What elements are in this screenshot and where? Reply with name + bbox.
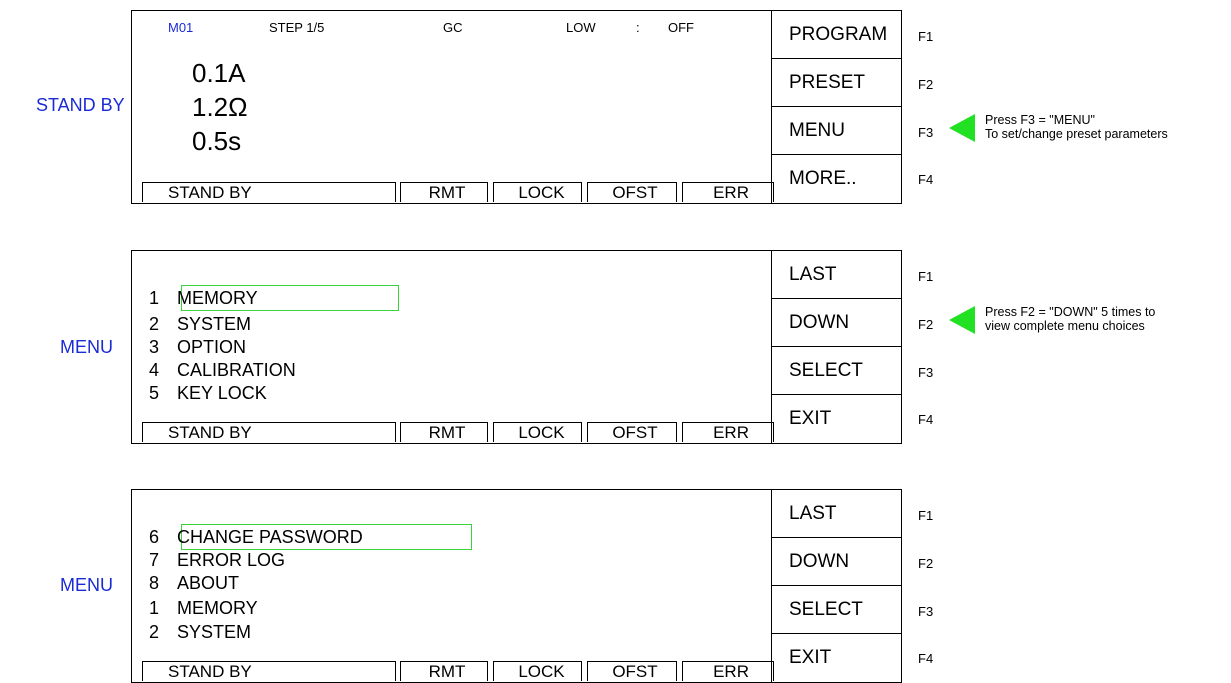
softkey-last[interactable]: LAST [772, 490, 902, 538]
status-lock: LOCK [493, 182, 582, 202]
step-indicator: STEP 1/5 [269, 20, 325, 35]
softkey-select[interactable]: SELECT [772, 347, 902, 395]
status-err: ERR [682, 182, 774, 202]
fkey-f4: F4 [918, 412, 934, 427]
status-lock: LOCK [493, 661, 582, 681]
menu-item-number: 2 [149, 314, 160, 334]
fkey-f1: F1 [918, 269, 934, 284]
softkey-exit[interactable]: EXIT [772, 395, 902, 443]
note-press-f3-line2: To set/change preset parameters [985, 127, 1168, 141]
softkey-last[interactable]: LAST [772, 251, 902, 299]
menu-item-number: 2 [149, 622, 160, 642]
fkey-f3: F3 [918, 125, 934, 140]
status-ofst: OFST [587, 661, 677, 681]
menu-item-label: ERROR LOG [177, 550, 286, 570]
arrow-left-icon [949, 306, 975, 334]
status-ofst: OFST [587, 422, 677, 442]
gc-indicator: GC [443, 20, 463, 35]
menu-item-label: SYSTEM [177, 314, 252, 334]
menu-item-change-password[interactable]: 6 CHANGE PASSWORD [149, 527, 363, 547]
status-lock: LOCK [493, 422, 582, 442]
softkey-column: PROGRAM PRESET MENU MORE.. [771, 11, 902, 203]
off-indicator: OFF [668, 20, 694, 35]
menu-item-error-log[interactable]: 7 ERROR LOG [149, 550, 285, 570]
softkey-down[interactable]: DOWN [772, 538, 902, 586]
menu-item-label: SYSTEM [177, 622, 252, 642]
fkey-f3: F3 [918, 365, 934, 380]
note-press-f3: Press F3 = "MENU" To set/change preset p… [985, 113, 1168, 141]
memory-indicator: M01 [168, 20, 194, 35]
menu-item-memory[interactable]: 1 MEMORY [149, 288, 258, 308]
menu-item-number: 4 [149, 360, 160, 380]
softkey-down[interactable]: DOWN [772, 299, 902, 347]
status-stand-by: STAND BY [142, 182, 396, 202]
softkey-menu[interactable]: MENU [772, 107, 902, 155]
softkey-column: LAST DOWN SELECT EXIT [771, 490, 902, 682]
menu-item-memory[interactable]: 1 MEMORY [149, 598, 258, 618]
note-press-f2: Press F2 = "DOWN" 5 times to view comple… [985, 305, 1155, 333]
arrow-left-icon [949, 114, 975, 142]
menu-item-option[interactable]: 3 OPTION [149, 337, 246, 357]
menu-item-number: 8 [149, 573, 160, 593]
fkey-f4: F4 [918, 172, 934, 187]
time-value: 0.5s [192, 126, 242, 156]
panel1-side-label: STAND BY [36, 95, 125, 115]
menu-item-key-lock[interactable]: 5 KEY LOCK [149, 383, 267, 403]
low-indicator: LOW [566, 20, 596, 35]
menu-item-label: MEMORY [177, 288, 258, 308]
menu-item-label: OPTION [177, 337, 247, 357]
status-stand-by: STAND BY [142, 422, 396, 442]
note-press-f2-line2: view complete menu choices [985, 319, 1145, 333]
display-panel-menu-page2: 6 CHANGE PASSWORD 7 ERROR LOG 8 ABOUT 1 MEMO… [131, 489, 933, 683]
display-panel-menu-page1: 1 MEMORY 2 SYSTEM 3 OPTION 4 CALIBRATION 5 KE… [131, 250, 933, 444]
fkey-f2: F2 [918, 556, 934, 571]
colon-separator: : [636, 20, 640, 35]
status-ofst: OFST [587, 182, 677, 202]
status-rmt: RMT [400, 422, 488, 442]
menu-item-number: 5 [149, 383, 160, 403]
resistance-value: 1.2Ω [192, 92, 248, 122]
menu-item-label: KEY LOCK [177, 383, 267, 403]
panel3-side-label: MENU [60, 575, 113, 595]
menu-item-system[interactable]: 2 SYSTEM [149, 314, 251, 334]
menu-item-number: 1 [149, 288, 160, 308]
menu-item-number: 7 [149, 550, 160, 570]
menu-item-label: ABOUT [177, 573, 240, 593]
softkey-select[interactable]: SELECT [772, 586, 902, 634]
fkey-f2: F2 [918, 77, 934, 92]
fkey-f1: F1 [918, 508, 934, 523]
status-err: ERR [682, 422, 774, 442]
note-press-f3-line1: Press F3 = "MENU" [985, 113, 1095, 127]
fkey-f2: F2 [918, 317, 934, 332]
softkey-exit[interactable]: EXIT [772, 634, 902, 682]
menu-item-label: CALIBRATION [177, 360, 296, 380]
menu-item-number: 3 [149, 337, 160, 357]
softkey-column: LAST DOWN SELECT EXIT [771, 251, 902, 443]
status-rmt: RMT [400, 182, 488, 202]
menu-item-system[interactable]: 2 SYSTEM [149, 622, 251, 642]
menu-item-calibration[interactable]: 4 CALIBRATION [149, 360, 296, 380]
status-err: ERR [682, 661, 774, 681]
panel2-side-label: MENU [60, 337, 113, 357]
menu-item-number: 1 [149, 598, 160, 618]
current-value: 0.1A [192, 58, 246, 88]
fkey-f1: F1 [918, 29, 934, 44]
display-panel-standby: M01 STEP 1/5 GC LOW : OFF 0.1A 1.2Ω 0.5s… [131, 10, 933, 204]
softkey-preset[interactable]: PRESET [772, 59, 902, 107]
menu-item-label: CHANGE PASSWORD [177, 527, 363, 547]
menu-item-about[interactable]: 8 ABOUT [149, 573, 239, 593]
note-press-f2-line1: Press F2 = "DOWN" 5 times to [985, 305, 1156, 319]
fkey-f4: F4 [918, 651, 934, 666]
status-rmt: RMT [400, 661, 488, 681]
status-stand-by: STAND BY [142, 661, 396, 681]
fkey-f3: F3 [918, 604, 934, 619]
menu-item-number: 6 [149, 527, 160, 547]
softkey-program[interactable]: PROGRAM [772, 11, 902, 59]
softkey-more[interactable]: MORE.. [772, 155, 902, 203]
menu-item-label: MEMORY [177, 598, 258, 618]
